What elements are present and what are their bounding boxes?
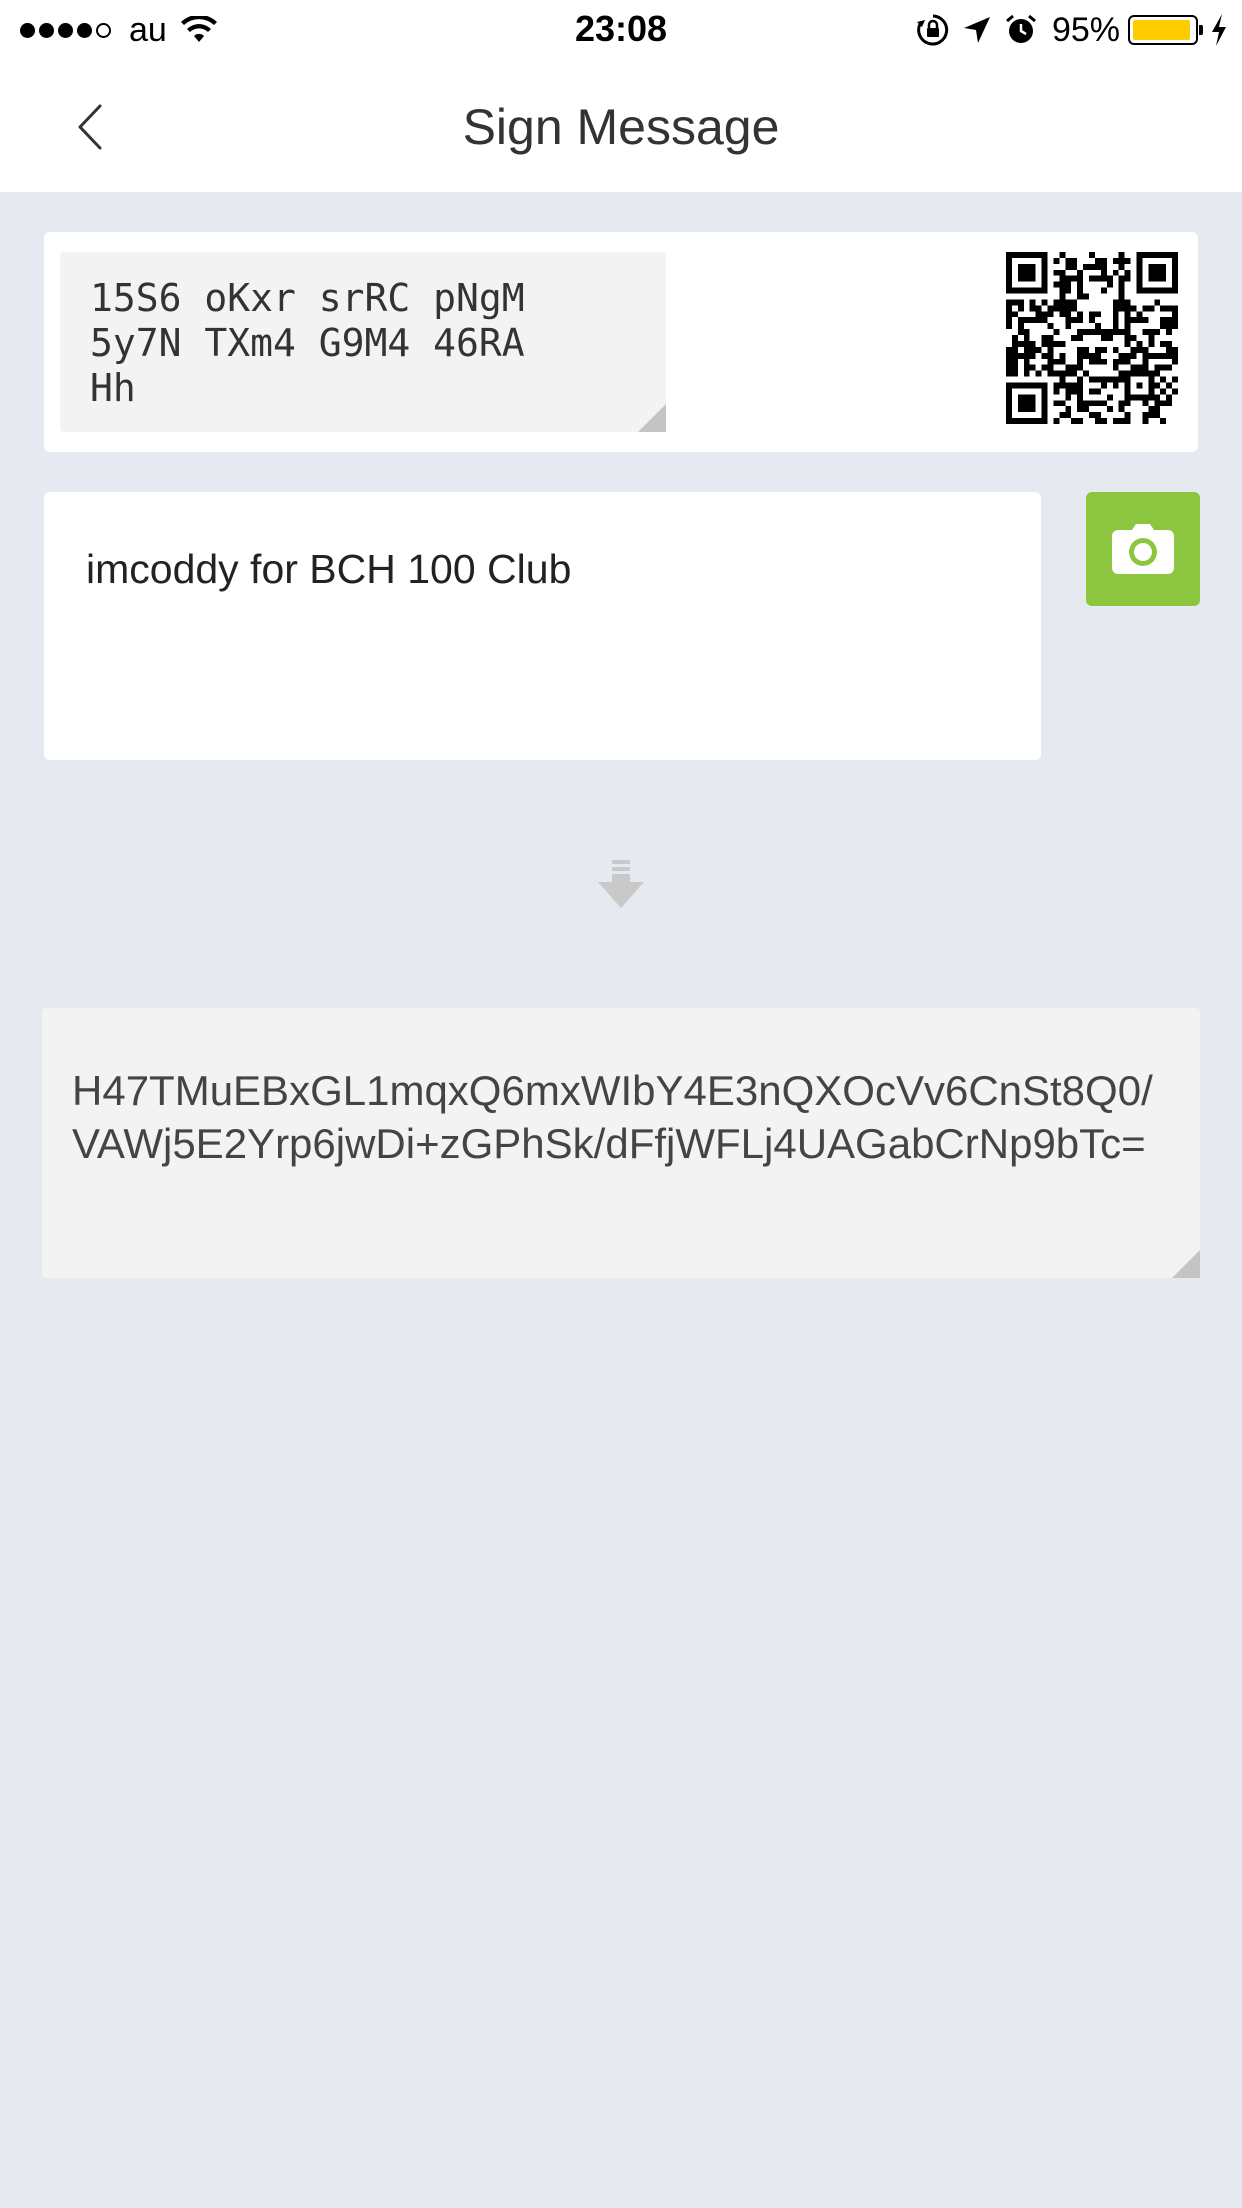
battery-fill xyxy=(1133,20,1190,40)
address-card: 15S6 oKxr srRC pNgM 5y7N TXm4 G9M4 46RA … xyxy=(44,232,1198,452)
message-input[interactable]: imcoddy for BCH 100 Club xyxy=(44,492,1041,760)
resize-handle[interactable] xyxy=(1172,1250,1200,1278)
arrow-down-icon xyxy=(598,860,644,908)
charging-bolt-icon xyxy=(1212,14,1226,46)
rotation-lock-icon xyxy=(916,14,949,46)
alarm-icon xyxy=(1005,14,1036,43)
signature-output[interactable]: H47TMuEBxGL1mqxQ6mxWIbY4E3nQXOcVv6CnSt8Q… xyxy=(42,1008,1200,1278)
camera-icon xyxy=(1112,524,1174,574)
page-title: Sign Message xyxy=(462,99,780,155)
battery-percent: 95% xyxy=(1051,10,1120,49)
battery-icon xyxy=(1128,15,1203,45)
status-bar: au 23:08 95% xyxy=(0,0,1242,62)
location-arrow-icon xyxy=(963,17,990,43)
resize-handle[interactable] xyxy=(638,404,666,432)
nav-bar: Sign Message xyxy=(0,62,1242,192)
qr-code-icon[interactable] xyxy=(1006,252,1178,424)
address-field[interactable]: 15S6 oKxr srRC pNgM 5y7N TXm4 G9M4 46RA … xyxy=(60,252,666,432)
camera-button[interactable] xyxy=(1086,492,1200,606)
status-right: 95% xyxy=(904,10,1228,50)
signature-text: H47TMuEBxGL1mqxQ6mxWIbY4E3nQXOcVv6CnSt8Q… xyxy=(72,1067,1153,1167)
